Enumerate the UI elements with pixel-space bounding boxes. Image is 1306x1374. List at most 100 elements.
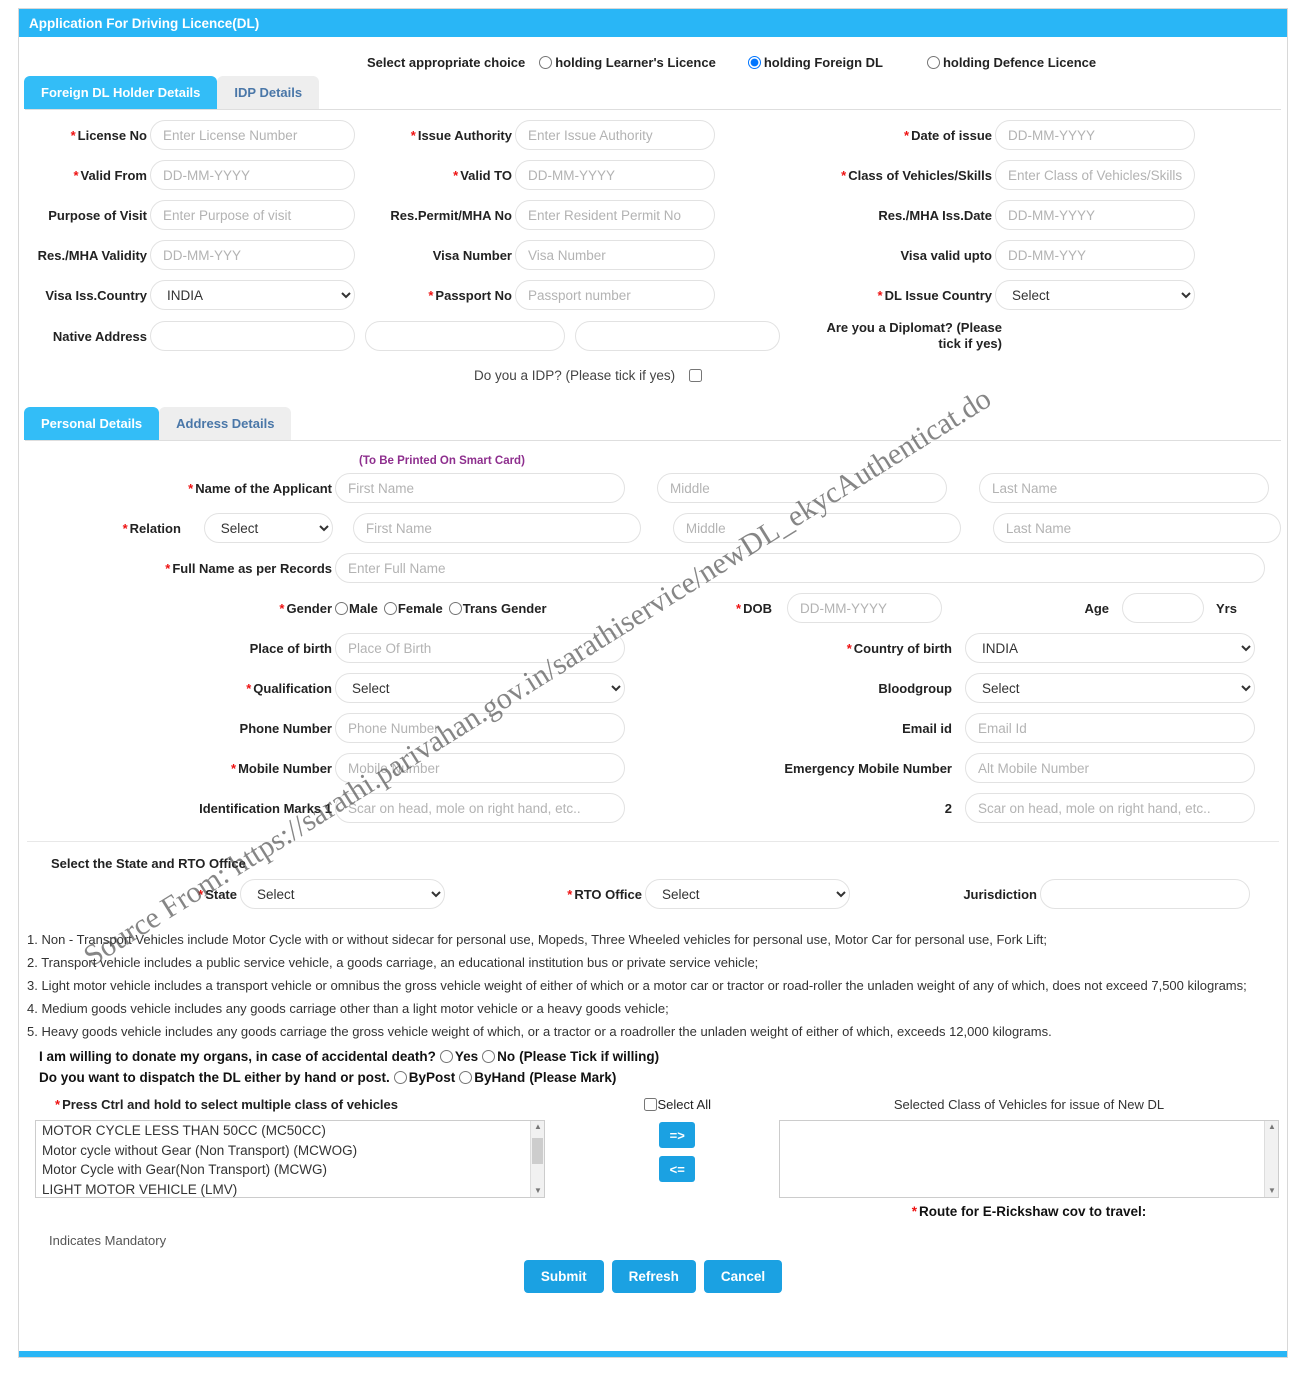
issue-authority-input[interactable] xyxy=(515,120,715,150)
selected-vehicles-list[interactable]: ▲ ▼ xyxy=(779,1120,1279,1198)
visa-number-input[interactable] xyxy=(515,240,715,270)
submit-button[interactable]: Submit xyxy=(523,1260,604,1293)
class-of-vehicles-input[interactable] xyxy=(995,160,1195,190)
radio-gender-female[interactable]: Female xyxy=(383,601,443,616)
dob-input[interactable] xyxy=(787,593,942,623)
passport-no-input[interactable] xyxy=(515,280,715,310)
applicant-last-name-input[interactable] xyxy=(979,473,1269,503)
scrollbar-thumb[interactable] xyxy=(532,1138,543,1164)
add-vehicle-button[interactable]: => xyxy=(659,1122,696,1148)
native-address-line3-input[interactable] xyxy=(575,321,780,351)
radio-input-defence[interactable] xyxy=(926,56,940,69)
res-mha-iss-date-input[interactable] xyxy=(995,200,1195,230)
form-row-relation: * Relation Select xyxy=(25,513,1282,543)
native-address-line1-input[interactable] xyxy=(150,321,355,351)
radio-input-trans[interactable] xyxy=(448,601,462,615)
phone-number-input[interactable] xyxy=(335,713,625,743)
form-row-phone-email: Phone Number Email id xyxy=(25,713,1281,743)
radio-input-female[interactable] xyxy=(383,601,397,615)
email-id-input[interactable] xyxy=(965,713,1255,743)
mobile-number-input[interactable] xyxy=(335,753,625,783)
radio-gender-male[interactable]: Male xyxy=(335,601,378,616)
radio-input-organ-yes[interactable] xyxy=(439,1050,453,1063)
label-bloodgroup: Bloodgroup xyxy=(878,680,952,696)
radio-input-learners[interactable] xyxy=(539,56,553,69)
scroll-up-icon[interactable]: ▲ xyxy=(534,1122,542,1131)
tab-personal-details[interactable]: Personal Details xyxy=(24,407,160,440)
date-of-issue-input[interactable] xyxy=(995,120,1195,150)
selected-vehicles-heading: Selected Class of Vehicles for issue of … xyxy=(893,1097,1165,1112)
full-name-input[interactable] xyxy=(335,553,1265,583)
label-native-address: Native Address xyxy=(52,328,147,344)
radio-gender-trans[interactable]: Trans Gender xyxy=(448,601,547,616)
qualification-select[interactable]: Select xyxy=(335,673,625,703)
bloodgroup-select[interactable]: Select xyxy=(965,673,1255,703)
valid-to-input[interactable] xyxy=(515,160,715,190)
selected-list-scrollbar[interactable]: ▲ ▼ xyxy=(1264,1121,1278,1197)
age-input[interactable] xyxy=(1122,593,1204,623)
relation-last-name-input[interactable] xyxy=(992,513,1282,543)
list-item[interactable]: MOTOR CYCLE LESS THAN 50CC (MC50CC) xyxy=(36,1121,544,1141)
radio-holding-learners-licence[interactable]: holding Learner's Licence xyxy=(539,55,716,70)
list-item[interactable]: Motor cycle without Gear (Non Transport)… xyxy=(36,1141,544,1161)
section-divider xyxy=(27,841,1279,842)
radio-dispatch-byhand[interactable]: ByHand xyxy=(455,1070,525,1085)
radio-holding-defence-licence[interactable]: holding Defence Licence xyxy=(926,55,1096,70)
emergency-mobile-input[interactable] xyxy=(965,753,1255,783)
radio-holding-foreign-dl[interactable]: holding Foreign DL xyxy=(747,55,883,70)
rto-office-select[interactable]: Select xyxy=(645,879,850,909)
license-no-input[interactable] xyxy=(150,120,355,150)
radio-organ-yes[interactable]: Yes xyxy=(436,1049,478,1064)
selected-scroll-up-icon[interactable]: ▲ xyxy=(1268,1122,1276,1131)
radio-input-bypost[interactable] xyxy=(393,1071,407,1084)
res-permit-no-input[interactable] xyxy=(515,200,715,230)
radio-organ-no[interactable]: No xyxy=(478,1049,515,1064)
radio-input-organ-no[interactable] xyxy=(482,1050,496,1063)
radio-input-foreign-dl[interactable] xyxy=(747,56,761,69)
visa-iss-country-select[interactable]: INDIA xyxy=(150,280,355,310)
jurisdiction-input[interactable] xyxy=(1040,879,1250,909)
scroll-down-icon[interactable]: ▼ xyxy=(534,1186,542,1195)
radio-input-male[interactable] xyxy=(335,601,348,615)
applicant-first-name-input[interactable] xyxy=(335,473,625,503)
list-item[interactable]: LIGHT MOTOR VEHICLE (LMV) xyxy=(36,1180,544,1198)
available-vehicles-list[interactable]: MOTOR CYCLE LESS THAN 50CC (MC50CC) Moto… xyxy=(35,1120,545,1198)
radio-input-byhand[interactable] xyxy=(459,1071,473,1084)
place-of-birth-input[interactable] xyxy=(335,633,625,663)
visa-valid-upto-input[interactable] xyxy=(995,240,1195,270)
form-row-purpose: Purpose of Visit Res.Permit/MHA No Res./… xyxy=(25,200,1281,230)
country-of-birth-select[interactable]: INDIA xyxy=(965,633,1255,663)
select-all-checkbox-row[interactable]: Select All xyxy=(643,1097,711,1112)
select-all-checkbox[interactable] xyxy=(643,1098,657,1111)
label-rto-office: * RTO Office xyxy=(567,886,642,902)
dl-issue-country-select[interactable]: Select xyxy=(995,280,1195,310)
relation-select[interactable]: Select xyxy=(203,513,334,543)
res-mha-validity-input[interactable] xyxy=(150,240,355,270)
label-phone-number: Phone Number xyxy=(239,720,332,736)
relation-middle-name-input[interactable] xyxy=(672,513,962,543)
id-marks-2-input[interactable] xyxy=(965,793,1255,823)
radio-dispatch-bypost[interactable]: ByPost xyxy=(390,1070,455,1085)
native-address-line2-input[interactable] xyxy=(365,321,565,351)
remove-vehicle-button[interactable]: <= xyxy=(659,1156,696,1182)
label-dob: * DOB xyxy=(736,600,772,616)
idp-question-checkbox[interactable] xyxy=(689,369,703,382)
list-scrollbar[interactable]: ▲ ▼ xyxy=(530,1121,544,1197)
form-row-visa: Res./MHA Validity Visa Number Visa valid… xyxy=(25,240,1281,270)
label-class-of-vehicles: * Class of Vehicles/Skills xyxy=(841,167,992,183)
refresh-button[interactable]: Refresh xyxy=(611,1260,696,1293)
tab-address-details[interactable]: Address Details xyxy=(159,407,292,440)
cancel-button[interactable]: Cancel xyxy=(703,1260,783,1293)
state-select[interactable]: Select xyxy=(240,879,445,909)
idp-question-label: Do you a IDP? (Please tick if yes) xyxy=(474,368,676,383)
applicant-middle-name-input[interactable] xyxy=(657,473,947,503)
id-marks-1-input[interactable] xyxy=(335,793,625,823)
relation-first-name-input[interactable] xyxy=(352,513,642,543)
valid-from-input[interactable] xyxy=(150,160,355,190)
purpose-of-visit-input[interactable] xyxy=(150,200,355,230)
tab-foreign-dl-holder-details[interactable]: Foreign DL Holder Details xyxy=(24,76,218,109)
selected-scroll-down-icon[interactable]: ▼ xyxy=(1268,1186,1276,1195)
label-mobile-number: * Mobile Number xyxy=(231,760,332,776)
list-item[interactable]: Motor Cycle with Gear(Non Transport) (MC… xyxy=(36,1160,544,1180)
tab-idp-details[interactable]: IDP Details xyxy=(217,76,320,109)
